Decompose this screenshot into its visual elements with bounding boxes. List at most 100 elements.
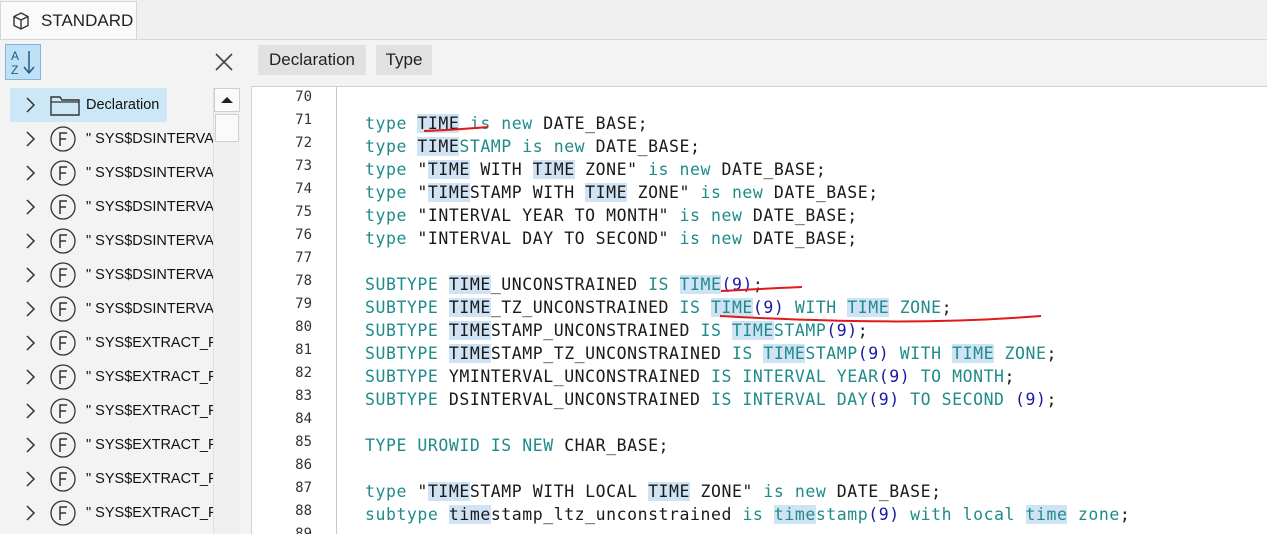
sort-az-icon: A Z xyxy=(11,49,35,77)
code-token: STAMP is new xyxy=(459,137,586,156)
code-token: SUBTYPE xyxy=(365,298,449,317)
tree-item-declaration[interactable]: Declaration xyxy=(10,88,213,122)
tree-item[interactable]: " SYS$DSINTERVA xyxy=(10,156,213,190)
search-match: TIME xyxy=(731,321,774,340)
code-token: is new xyxy=(469,114,533,133)
code-token: ZONE" xyxy=(574,160,649,179)
code-line: type "INTERVAL YEAR TO MONTH" is new DAT… xyxy=(365,204,858,227)
code-token: (9) xyxy=(721,275,753,294)
sort-alphabetical-button[interactable]: A Z xyxy=(5,44,41,80)
code-line: SUBTYPE TIMESTAMP_TZ_UNCONSTRAINED IS TI… xyxy=(365,342,1057,365)
line-number: 84 xyxy=(295,411,312,427)
chevron-right-icon[interactable] xyxy=(22,369,38,385)
line-number: 88 xyxy=(295,503,312,519)
code-token: IS INTERVAL DAY xyxy=(710,390,869,409)
outline-tree: Declaration " SYS$DSINTERVA " SYS$DSINTERV… xyxy=(10,88,240,534)
code-token: ZONE" xyxy=(690,482,764,501)
tree-item[interactable]: " SYS$DSINTERVA xyxy=(10,190,213,224)
line-number: 89 xyxy=(295,526,312,534)
chevron-right-icon[interactable] xyxy=(22,505,38,521)
code-token: (9) xyxy=(1015,390,1047,409)
code-token: WITH xyxy=(784,298,848,317)
code-token: IS xyxy=(731,344,764,363)
tree-item-label: " SYS$DSINTERVA xyxy=(86,233,213,249)
folder-icon xyxy=(50,96,80,116)
tree-item[interactable]: " SYS$DSINTERVA xyxy=(10,258,213,292)
chevron-right-icon[interactable] xyxy=(22,301,38,317)
chevron-right-icon[interactable] xyxy=(22,199,38,215)
code-token: (9) xyxy=(857,344,890,363)
code-line: type TIME is new DATE_BASE; xyxy=(365,112,648,135)
tree-item[interactable]: " SYS$EXTRACT_FI xyxy=(10,360,213,394)
tree-item[interactable]: " SYS$EXTRACT_FI xyxy=(10,326,213,360)
function-icon xyxy=(50,126,76,152)
tree-item[interactable]: " SYS$EXTRACT_FI xyxy=(10,496,213,530)
tree-scrollbar[interactable] xyxy=(213,88,240,534)
code-token: is new xyxy=(648,160,711,179)
tree-item[interactable]: " SYS$EXTRACT_FI xyxy=(10,428,213,462)
function-icon xyxy=(50,500,76,526)
code-token: stamp xyxy=(815,505,869,524)
function-icon xyxy=(50,160,76,186)
code-token: is new xyxy=(700,183,764,202)
tab-standard[interactable]: STANDARD xyxy=(0,1,137,39)
line-number: 86 xyxy=(295,457,312,473)
chevron-right-icon[interactable] xyxy=(22,335,38,351)
filter-type-button[interactable]: Type xyxy=(376,45,432,75)
code-token: IS xyxy=(679,298,711,317)
chevron-right-icon[interactable] xyxy=(22,267,38,283)
code-token: type xyxy=(365,482,418,501)
outline-panel: A Z Declaration " SYS$DSINTERVA " SYS$DSIN… xyxy=(0,40,240,534)
code-token: TO MONTH xyxy=(910,367,1005,386)
code-token: STAMP xyxy=(773,321,827,340)
chevron-right-icon[interactable] xyxy=(22,131,38,147)
code-area[interactable]: type TIME is new DATE_BASE; type TIMESTAM… xyxy=(365,87,1265,534)
chevron-right-icon[interactable] xyxy=(22,437,38,453)
tree-item[interactable]: " SYS$EXTRACT_FI xyxy=(10,394,213,428)
line-number: 80 xyxy=(295,319,312,335)
function-icon xyxy=(50,194,76,220)
triangle-up-icon xyxy=(221,97,233,103)
scroll-thumb[interactable] xyxy=(215,114,239,142)
code-token: ; xyxy=(752,275,764,294)
line-number-gutter: 70 71 72 73 74 75 76 77 78 79 80 81 82 83 84 85 86 87 88 89 xyxy=(252,87,337,534)
code-token: subtype xyxy=(365,505,449,524)
code-token: stamp_ltz_unconstrained xyxy=(490,505,743,524)
code-token: DATE_BASE; xyxy=(763,183,879,202)
code-line: SUBTYPE DSINTERVAL_UNCONSTRAINED IS INTE… xyxy=(365,388,1057,411)
search-match: TIME xyxy=(448,298,491,317)
line-number: 78 xyxy=(295,273,312,289)
code-token: type xyxy=(365,183,418,202)
code-token: SUBTYPE xyxy=(365,390,449,409)
line-number: 76 xyxy=(295,227,312,243)
tree-item[interactable]: " SYS$DSINTERVA xyxy=(10,292,213,326)
tree-item[interactable]: " SYS$EXTRACT_FI xyxy=(10,462,213,496)
tree-item-label: " SYS$DSINTERVA xyxy=(86,131,213,147)
tree-item[interactable]: " SYS$DSINTERVA xyxy=(10,122,213,156)
close-icon[interactable] xyxy=(212,50,236,74)
chevron-right-icon[interactable] xyxy=(22,97,38,113)
code-token: is new xyxy=(679,206,743,225)
filter-declaration-button[interactable]: Declaration xyxy=(258,45,366,75)
search-match: TIME xyxy=(427,160,470,179)
function-icon xyxy=(50,262,76,288)
code-token: ; xyxy=(1046,390,1057,409)
function-icon xyxy=(50,296,76,322)
line-number: 75 xyxy=(295,204,312,220)
package-cube-icon xyxy=(13,11,29,30)
tree-item[interactable]: " SYS$DSINTERVA xyxy=(10,224,213,258)
code-editor[interactable]: 70 71 72 73 74 75 76 77 78 79 80 81 82 83 84 85 86 87 88 89… xyxy=(251,86,1267,534)
function-icon xyxy=(50,228,76,254)
line-number: 85 xyxy=(295,434,312,450)
code-token: CHAR_BASE; xyxy=(553,436,670,455)
scroll-up-button[interactable] xyxy=(214,88,240,112)
code-token: type xyxy=(365,160,418,179)
search-match: time xyxy=(1025,505,1068,524)
chevron-right-icon[interactable] xyxy=(22,233,38,249)
function-icon xyxy=(50,364,76,390)
chevron-right-icon[interactable] xyxy=(22,165,38,181)
function-icon xyxy=(50,466,76,492)
chevron-right-icon[interactable] xyxy=(22,403,38,419)
chevron-right-icon[interactable] xyxy=(22,471,38,487)
code-line: type "INTERVAL DAY TO SECOND" is new DAT… xyxy=(365,227,858,250)
